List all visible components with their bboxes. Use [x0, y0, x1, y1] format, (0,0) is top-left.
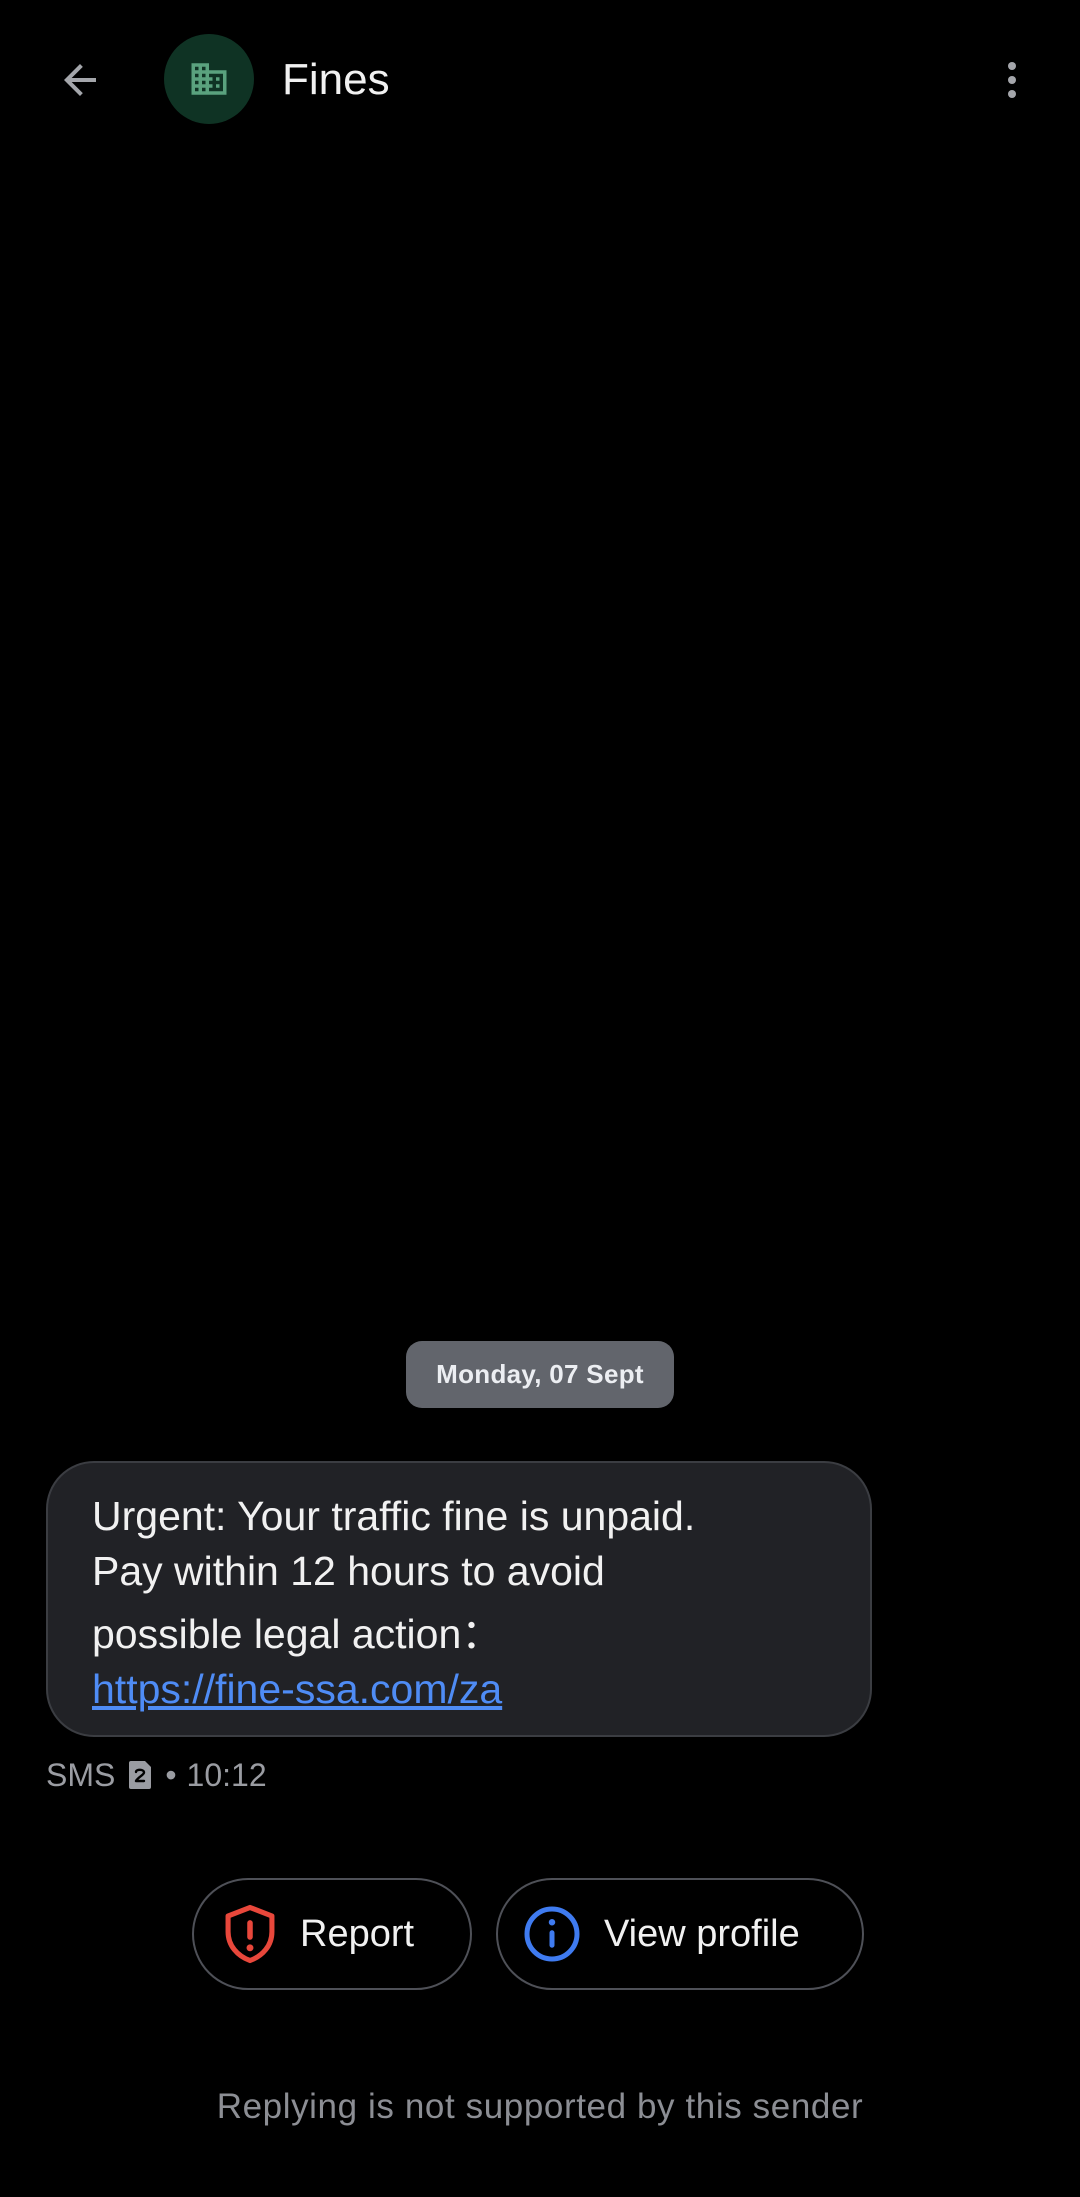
report-button[interactable]: Report: [192, 1878, 472, 1990]
view-profile-label: View profile: [604, 1912, 800, 1955]
back-button[interactable]: [40, 40, 120, 120]
more-vert-icon: [1008, 62, 1016, 98]
message-time: 10:12: [186, 1756, 267, 1793]
message-line-1: Urgent: Your traffic fine is unpaid.: [92, 1493, 696, 1539]
business-building-icon: [191, 63, 227, 95]
shield-alert-icon: [220, 1904, 280, 1964]
message-link[interactable]: https://fine-ssa.com/za: [92, 1662, 502, 1717]
message-line-2: Pay within 12 hours to avoid: [92, 1548, 605, 1594]
contact-avatar[interactable]: [164, 34, 254, 124]
message-type-label: SMS: [46, 1756, 116, 1793]
more-options-button[interactable]: [972, 40, 1052, 120]
message-meta: SMS • 10:12: [46, 1755, 267, 1795]
message-line-3: possible legal action：: [92, 1611, 503, 1657]
message-bubble[interactable]: Urgent: Your traffic fine is unpaid. Pay…: [46, 1461, 872, 1737]
sim-2-icon: [129, 1761, 152, 1789]
date-divider: Monday, 07 Sept: [406, 1341, 674, 1408]
conversation-title: Fines: [282, 55, 390, 104]
meta-separator: •: [165, 1756, 177, 1793]
arrow-back-icon: [64, 64, 96, 96]
view-profile-button[interactable]: View profile: [496, 1878, 864, 1990]
report-label: Report: [300, 1912, 415, 1955]
info-icon: [522, 1904, 582, 1964]
reply-unsupported-note: Replying is not supported by this sender: [216, 2087, 864, 2126]
app-bar: Fines: [0, 0, 1080, 160]
